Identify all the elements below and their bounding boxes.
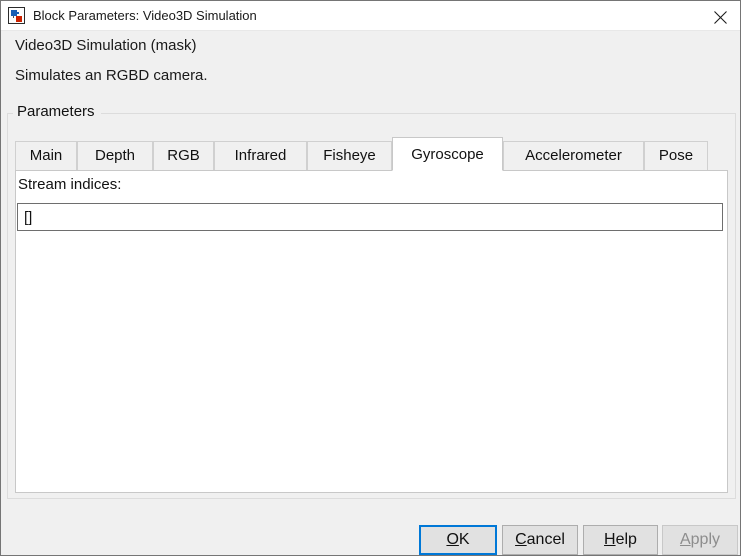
block-parameters-dialog: Block Parameters: Video3D Simulation Vid… — [0, 0, 741, 556]
title-bar: Block Parameters: Video3D Simulation — [1, 1, 740, 31]
tab-strip: Main Depth RGB Infrared Fisheye Gyroscope Acce… — [15, 137, 728, 171]
ok-button-label-rest: K — [458, 531, 470, 548]
apply-button-label-rest: pply — [690, 531, 721, 548]
apply-button: Apply — [662, 525, 738, 555]
tab-rgb[interactable]: RGB — [153, 141, 214, 171]
block-description-label: Simulates an RGBD camera. — [15, 67, 208, 84]
cancel-button-label-rest: ancel — [526, 531, 565, 548]
tab-infrared[interactable]: Infrared — [214, 141, 307, 171]
help-button-label-rest: elp — [615, 531, 637, 548]
ok-button[interactable]: OK — [419, 525, 497, 555]
stream-indices-label: Stream indices: — [18, 176, 122, 193]
close-icon — [714, 11, 727, 24]
stream-indices-input[interactable] — [17, 203, 723, 231]
parameters-groupbox-label: Parameters — [13, 102, 101, 122]
cancel-button-mnemonic: C — [515, 531, 527, 548]
help-button-mnemonic: H — [604, 531, 616, 548]
simulink-block-icon — [8, 7, 25, 24]
apply-button-mnemonic: A — [679, 531, 691, 548]
tab-pose[interactable]: Pose — [644, 141, 708, 171]
tab-accelerometer[interactable]: Accelerometer — [503, 141, 644, 171]
window-title: Block Parameters: Video3D Simulation — [33, 8, 257, 23]
help-button[interactable]: Help — [583, 525, 658, 555]
ok-button-mnemonic: O — [446, 531, 459, 548]
cancel-button[interactable]: Cancel — [502, 525, 578, 555]
tab-fisheye[interactable]: Fisheye — [307, 141, 392, 171]
tab-depth[interactable]: Depth — [77, 141, 153, 171]
block-name-label: Video3D Simulation (mask) — [15, 37, 197, 54]
tab-gyroscope[interactable]: Gyroscope — [392, 137, 503, 171]
close-button[interactable] — [698, 1, 740, 30]
tab-main[interactable]: Main — [15, 141, 77, 171]
icon-red-block — [16, 16, 22, 22]
